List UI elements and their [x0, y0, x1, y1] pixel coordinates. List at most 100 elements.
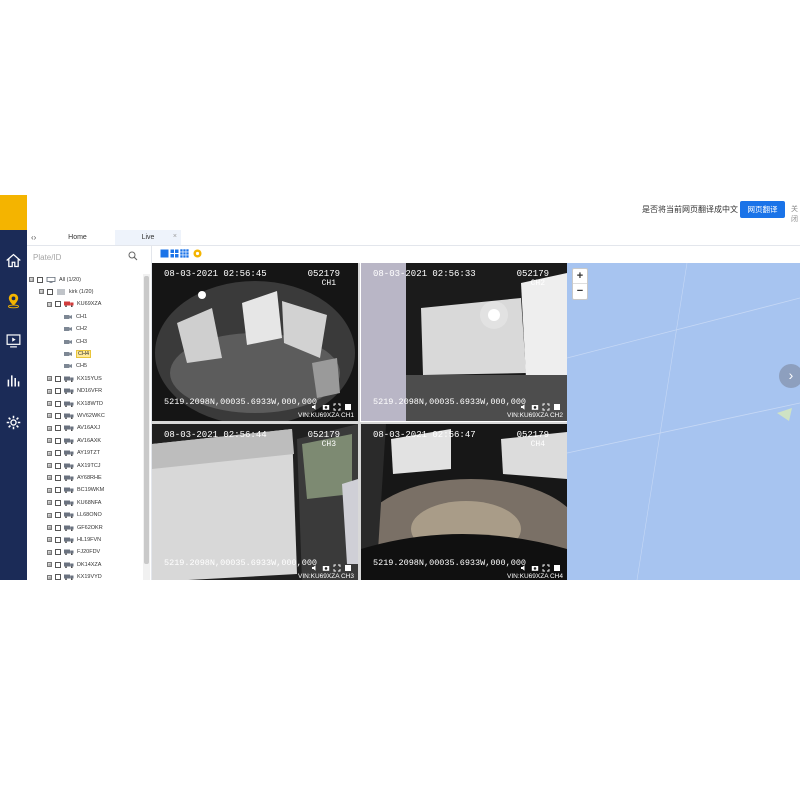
expand-toggle-icon[interactable]: ⊞ [47, 450, 52, 456]
fullscreen-icon[interactable] [193, 249, 202, 258]
expand-toggle-icon[interactable]: ⊞ [47, 401, 52, 406]
expand-toggle-icon[interactable]: ⊞ [47, 438, 52, 444]
tree-vehicle-row[interactable]: ⊞ AV16AXJ [47, 423, 100, 434]
volume-icon[interactable] [311, 398, 319, 410]
snapshot-icon[interactable] [531, 559, 539, 571]
volume-icon[interactable] [311, 559, 319, 571]
tree-vehicle-row[interactable]: ⊞ FJ20FDV [47, 547, 100, 558]
video-cell-ch3[interactable]: 08-03-2021 02:56:44 052179 CH3 5219.2098N,0… [152, 424, 358, 580]
translate-button[interactable]: 网页翻译 [740, 201, 785, 218]
tree-checkbox[interactable] [55, 512, 61, 519]
stop-icon[interactable] [553, 559, 561, 571]
tree-channel-row[interactable]: CH5 [63, 361, 87, 372]
tree-group-row[interactable]: ⊟ kirk (1/20) [39, 286, 93, 297]
expand-toggle-icon[interactable]: ⊞ [47, 574, 52, 580]
tab-close-icon[interactable]: × [173, 233, 177, 240]
snapshot-icon[interactable] [531, 398, 539, 410]
next-arrow-button[interactable]: › [779, 364, 800, 388]
search-icon[interactable] [128, 251, 138, 261]
tree-scrollbar[interactable] [143, 274, 150, 580]
video-cell-ch2[interactable]: 08-03-2021 02:56:33 052179 CH2 5219.2098N,0… [360, 262, 568, 422]
expand-icon[interactable] [333, 559, 341, 572]
tree-checkbox[interactable] [55, 524, 61, 531]
expand-toggle-icon[interactable]: ⊟ [47, 301, 52, 307]
expand-toggle-icon[interactable]: ⊞ [47, 475, 52, 481]
single-view-icon[interactable] [160, 249, 169, 258]
expand-toggle-icon[interactable]: ⊞ [47, 425, 52, 431]
expand-toggle-icon[interactable]: ⊞ [47, 549, 52, 555]
gear-icon[interactable] [0, 409, 27, 435]
tree-checkbox[interactable] [55, 425, 61, 432]
tree-checkbox[interactable] [55, 301, 61, 308]
tree-vehicle-row[interactable]: ⊞ DK14XZA [47, 559, 101, 570]
nine-view-icon[interactable] [180, 249, 189, 258]
tree-vehicle-row[interactable]: ⊞ KU68NFA [47, 497, 101, 508]
tree-channel-row[interactable]: CH2 [63, 324, 87, 335]
expand-toggle-icon[interactable]: ⊞ [47, 525, 52, 530]
expand-toggle-icon[interactable]: ⊟ [29, 277, 34, 282]
expand-toggle-icon[interactable]: ⊞ [47, 487, 52, 493]
stop-icon[interactable] [344, 398, 352, 410]
zoom-in-button[interactable]: + [573, 269, 587, 284]
tree-checkbox[interactable] [55, 499, 61, 506]
tree-checkbox[interactable] [55, 437, 61, 444]
tree-checkbox[interactable] [55, 536, 61, 543]
plate-search-input[interactable] [33, 250, 141, 264]
video-cell-ch1[interactable]: 08-03-2021 02:56:45 052179 CH1 5219.2098N,0… [152, 263, 358, 421]
tree-vehicle-row[interactable]: ⊞ LL68ONO [47, 510, 102, 521]
tree-vehicle-row[interactable]: ⊞ KX18WTD [47, 398, 103, 409]
tree-checkbox[interactable] [55, 450, 61, 457]
monitor-icon[interactable] [0, 327, 27, 353]
tree-vehicle-row[interactable]: ⊞ AV16AXK [47, 435, 101, 446]
video-cell-ch4[interactable]: 08-03-2021 02:56:47 052179 CH4 5219.2098N,0… [361, 424, 567, 580]
tree-vehicle-row[interactable]: ⊟ KU69XZA [47, 299, 101, 310]
expand-toggle-icon[interactable]: ⊞ [47, 537, 52, 543]
map-view[interactable]: + − › [567, 263, 800, 580]
bar-chart-icon[interactable] [0, 367, 27, 393]
expand-toggle-icon[interactable]: ⊟ [39, 289, 44, 295]
tree-checkbox[interactable] [55, 487, 61, 494]
expand-icon[interactable] [542, 398, 550, 411]
tree-channel-row[interactable]: CH1 [63, 311, 87, 322]
tree-vehicle-row[interactable]: ⊞ KX19VYD [47, 572, 102, 580]
zoom-out-button[interactable]: − [573, 284, 587, 299]
expand-toggle-icon[interactable]: ⊞ [47, 512, 52, 518]
expand-icon[interactable] [333, 398, 341, 411]
tree-checkbox[interactable] [55, 375, 61, 382]
location-pin-icon[interactable] [0, 287, 27, 313]
expand-toggle-icon[interactable]: ⊞ [47, 500, 52, 506]
tree-vehicle-row[interactable]: ⊞ AX19TCJ [47, 460, 101, 471]
tree-checkbox[interactable] [55, 462, 61, 469]
tab-live[interactable]: Live × [115, 230, 181, 245]
expand-icon[interactable] [542, 559, 550, 572]
tree-vehicle-row[interactable]: ⊞ HL19FVN [47, 534, 101, 545]
snapshot-icon[interactable] [322, 559, 330, 571]
tree-checkbox[interactable] [55, 400, 61, 407]
tree-root-row[interactable]: ⊟ All (1/20) [29, 274, 81, 285]
volume-icon[interactable] [520, 398, 528, 410]
expand-toggle-icon[interactable]: ⊞ [47, 562, 52, 568]
home-icon[interactable] [0, 247, 27, 273]
snapshot-icon[interactable] [322, 398, 330, 410]
expand-toggle-icon[interactable]: ⊞ [47, 463, 52, 468]
tree-vehicle-row[interactable]: ⊞ GF62OKR [47, 522, 103, 533]
tree-checkbox[interactable] [55, 388, 61, 395]
tree-checkbox[interactable] [55, 561, 61, 568]
tree-vehicle-row[interactable]: ⊞ ND16VFR [47, 386, 102, 397]
tree-vehicle-row[interactable]: ⊞ AY68RHE [47, 472, 102, 483]
tree-checkbox[interactable] [55, 549, 61, 556]
tree-vehicle-row[interactable]: ⊞ AY19TZT [47, 448, 100, 459]
stop-icon[interactable] [344, 559, 352, 571]
scrollbar-thumb[interactable] [144, 276, 149, 564]
collapse-icon[interactable]: ‹› [31, 233, 36, 242]
tree-checkbox[interactable] [37, 276, 43, 283]
translate-close[interactable]: 关闭 [791, 204, 800, 224]
tree-checkbox[interactable] [47, 288, 53, 295]
expand-toggle-icon[interactable]: ⊞ [47, 376, 52, 382]
tree-vehicle-row[interactable]: ⊞ WV62WKC [47, 410, 105, 421]
stop-icon[interactable] [553, 398, 561, 410]
tree-channel-row[interactable]: CH3 [63, 336, 87, 347]
expand-toggle-icon[interactable]: ⊞ [47, 388, 52, 394]
tree-checkbox[interactable] [55, 474, 61, 481]
expand-toggle-icon[interactable]: ⊞ [47, 413, 52, 419]
